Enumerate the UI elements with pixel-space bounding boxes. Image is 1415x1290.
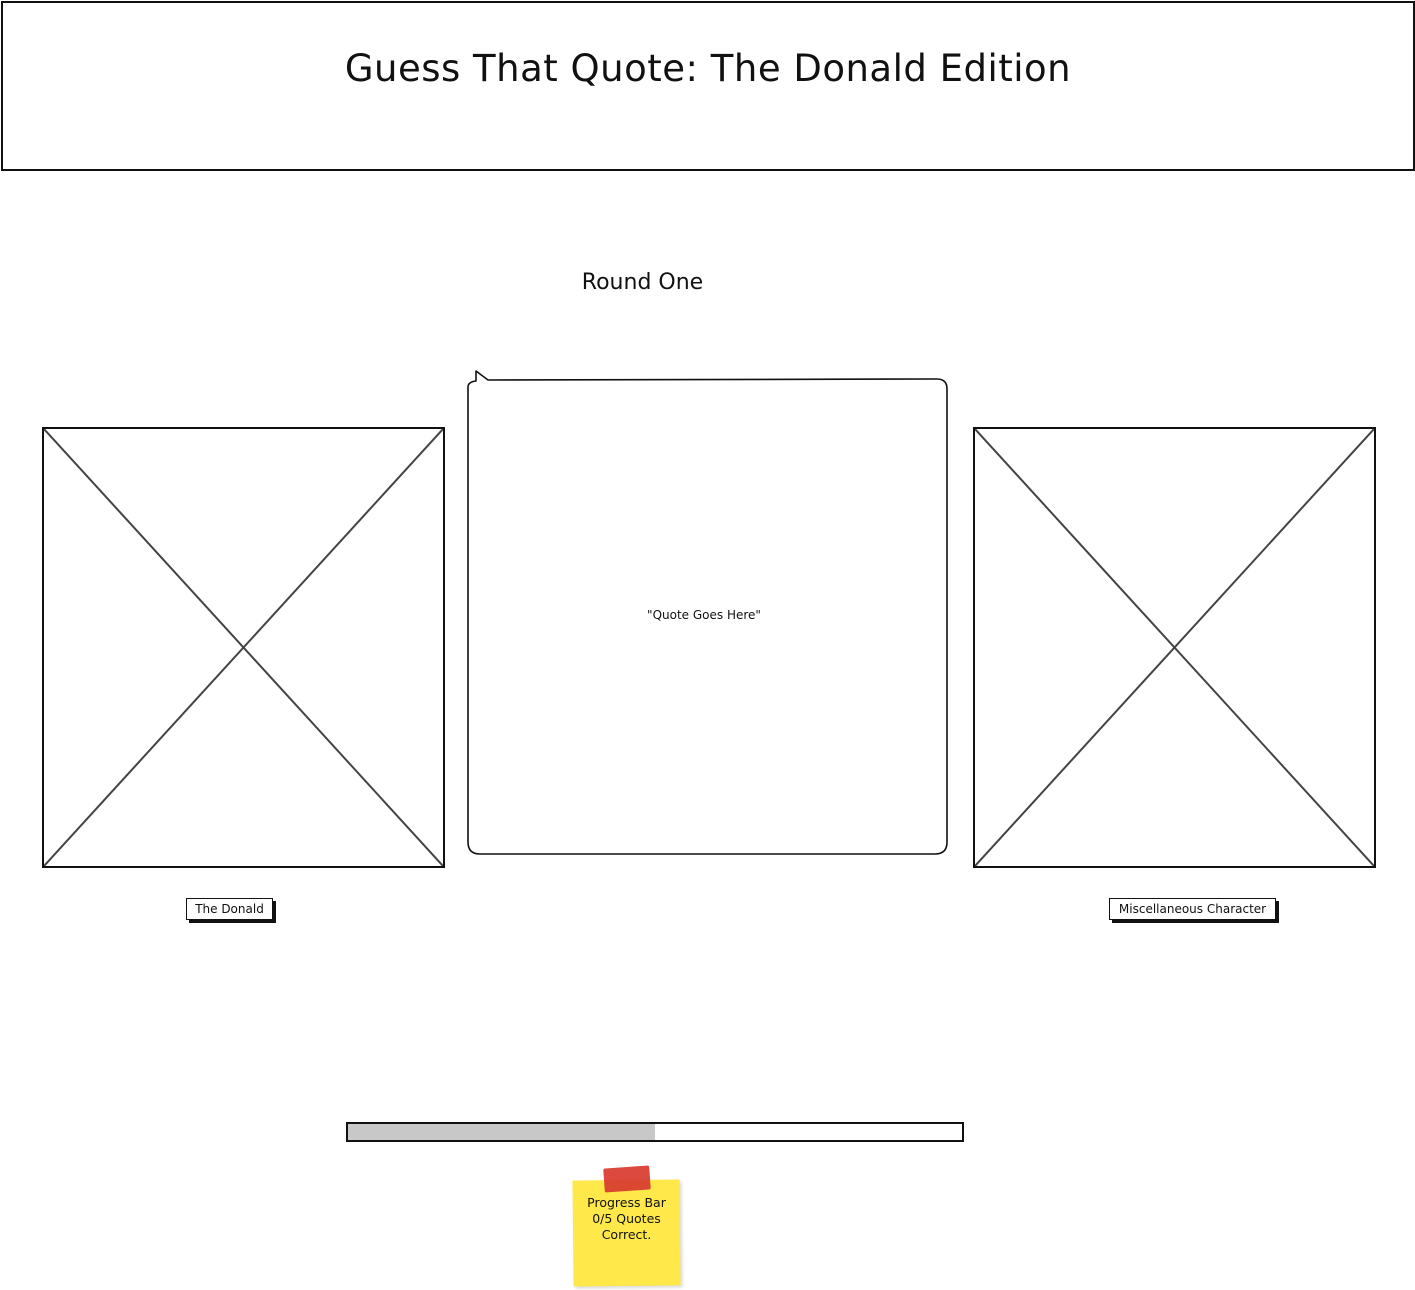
progress-note-text: Progress Bar 0/5 Quotes Correct. — [587, 1195, 666, 1242]
quote-text: "Quote Goes Here" — [647, 608, 761, 622]
round-title: Round One — [581, 270, 704, 295]
page-title: Guess That Quote: The Donald Edition — [344, 47, 1072, 90]
progress-bar — [346, 1122, 964, 1142]
the-donald-button[interactable]: The Donald — [186, 898, 273, 920]
miscellaneous-character-button[interactable]: Miscellaneous Character — [1109, 898, 1276, 920]
miscellaneous-character-image — [973, 427, 1376, 868]
image-placeholder-icon — [44, 429, 443, 866]
progress-bar-fill — [348, 1124, 655, 1140]
image-placeholder-icon — [975, 429, 1374, 866]
the-donald-image — [42, 427, 445, 868]
header-banner: Guess That Quote: The Donald Edition — [1, 1, 1415, 171]
sticky-note-tape — [603, 1165, 651, 1193]
